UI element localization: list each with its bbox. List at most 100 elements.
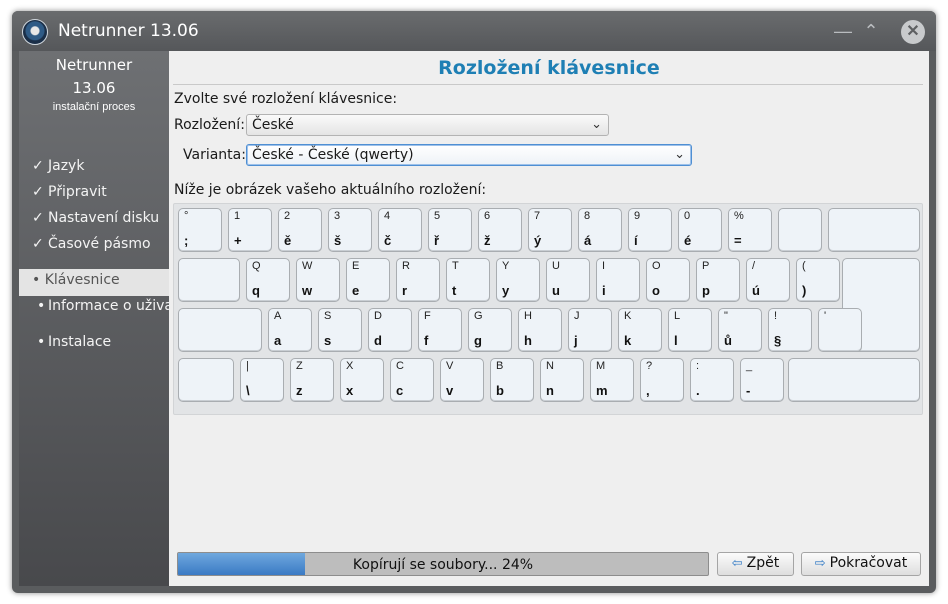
key-lower-label: . [696,383,700,398]
key-lower-label: v [446,383,454,398]
key-upper-label: Q [252,260,261,272]
key-lower-label: c [396,383,404,398]
key-lower-label: i [602,283,606,298]
key-lower-label: b [496,383,504,398]
keyboard-key: ! § [768,308,812,352]
key-upper-label: M [596,360,606,372]
keyboard-key: 4č [378,208,422,252]
key-lower-label: g [474,333,482,348]
title-divider [173,84,923,85]
keyboard-key: Nn [540,358,584,402]
sidebar-version: 13.06 [72,79,116,97]
keyboard-key: Ff [418,308,462,352]
key-lower-label: ) [802,283,807,298]
key-upper-label: R [402,260,410,272]
key-upper-label: Y [502,260,510,272]
key-upper-label: 4 [384,210,391,222]
variant-select[interactable]: České - České (qwerty) ⌄ [246,144,692,166]
keyboard-key: ?, [640,358,684,402]
key-lower-label: u [552,283,560,298]
keyboard-key: Bb [490,358,534,402]
key-lower-label: e [352,283,360,298]
step-user-info: Informace o uživateli [48,298,173,314]
layout-label: Rozložení: [174,117,245,133]
key-upper-label: 9 [634,210,641,222]
chevron-down-icon: ⌄ [674,147,685,162]
keyboard-key: Cc [390,358,434,402]
keyboard-layout-image: °; 1 +2 ě 3 š 4 č 5 ř 6 ž 7 ý 8 á 9 í 0 é% = Qq Ww Ee Rr Tt Yy Uu Ii… [173,203,923,415]
key-upper-label: W [302,260,313,272]
step-keyboard-active: • Klávesnice [19,269,169,296]
key-upper-label: U [552,260,560,272]
keyboard-key: 0é [678,208,722,252]
keyboard-key: Ii [596,258,640,302]
layout-select[interactable]: České ⌄ [246,114,609,136]
key-upper-label: P [702,260,710,272]
back-button[interactable]: ⇦ Zpět [717,552,794,576]
keyboard-key: | \ [240,358,284,402]
keyboard-key: " ů [718,308,762,352]
key-upper-label: S [324,310,332,322]
keyboard-key: Oo [646,258,690,302]
key-lower-label: q [252,283,260,298]
keyboard-key: Kk [618,308,662,352]
key-lower-label: á [584,233,592,248]
key-upper-label: ( [802,260,806,272]
key-lower-label: \ [246,383,250,398]
key-lower-label: s [324,333,332,348]
key-lower-label: r [402,283,408,298]
keyboard-key: ' [818,308,862,352]
key-upper-label: ° [184,210,189,222]
keyboard-key: 3š [328,208,372,252]
keyboard-key: Rr [396,258,440,302]
close-icon[interactable]: ✕ [901,20,925,44]
key-lower-label: ů [724,333,732,348]
key-upper-label: O [652,260,661,272]
key-upper-label: 7 [534,210,541,222]
keyboard-key: Dd [368,308,412,352]
key-lower-label: n [546,383,554,398]
key-upper-label: X [346,360,354,372]
key-lower-label: d [374,333,382,348]
step-language: ✓ Jazyk [32,158,85,174]
key-lower-label: x [346,383,354,398]
key-lower-label: ž [484,233,491,248]
title-bar[interactable]: Netrunner 13.06 — ⌃ ✕ [12,11,936,51]
keyboard-key: :. [690,358,734,402]
keyboard-key: 9í [628,208,672,252]
key-upper-label: J [574,310,580,322]
key-upper-label: | [246,360,249,372]
step-keyboard-label: • Klávesnice [32,272,120,288]
keyboard-key: Qq [246,258,290,302]
key-upper-label: 3 [334,210,341,222]
keyboard-key: Yy [496,258,540,302]
continue-button[interactable]: ⇨ Pokračovat [801,552,921,576]
key-lower-label: z [296,383,303,398]
key-lower-label: h [524,333,532,348]
key-upper-label: ! [774,310,778,322]
maximize-icon[interactable]: ⌃ [860,20,882,42]
page-title: Rozložení klávesnice [438,57,660,79]
key-upper-label: ? [646,360,653,372]
key-lower-label: š [334,233,342,248]
key-upper-label: H [524,310,532,322]
caps-lock-key [178,308,262,352]
minimize-icon[interactable]: — [832,20,854,42]
key-upper-label: Z [296,360,303,372]
key-upper-label: 0 [684,210,691,222]
key-upper-label: A [274,310,282,322]
step-timezone: ✓ Časové pásmo [32,236,151,252]
key-lower-label: ř [434,233,440,248]
layout-prompt: Zvolte své rozložení klávesnice: [174,91,398,107]
key-upper-label: E [352,260,360,272]
key-lower-label: w [302,283,313,298]
key-upper-label: D [374,310,382,322]
key-upper-label: 2 [284,210,291,222]
check-icon: ✓ [32,184,44,200]
continue-button-label: Pokračovat [829,555,908,571]
step-user-info-bullet: • [37,298,46,314]
key-lower-label: ě [284,233,292,248]
window-title: Netrunner 13.06 [58,21,199,41]
key-lower-label: ý [534,233,542,248]
key-upper-label: ' [824,310,827,322]
